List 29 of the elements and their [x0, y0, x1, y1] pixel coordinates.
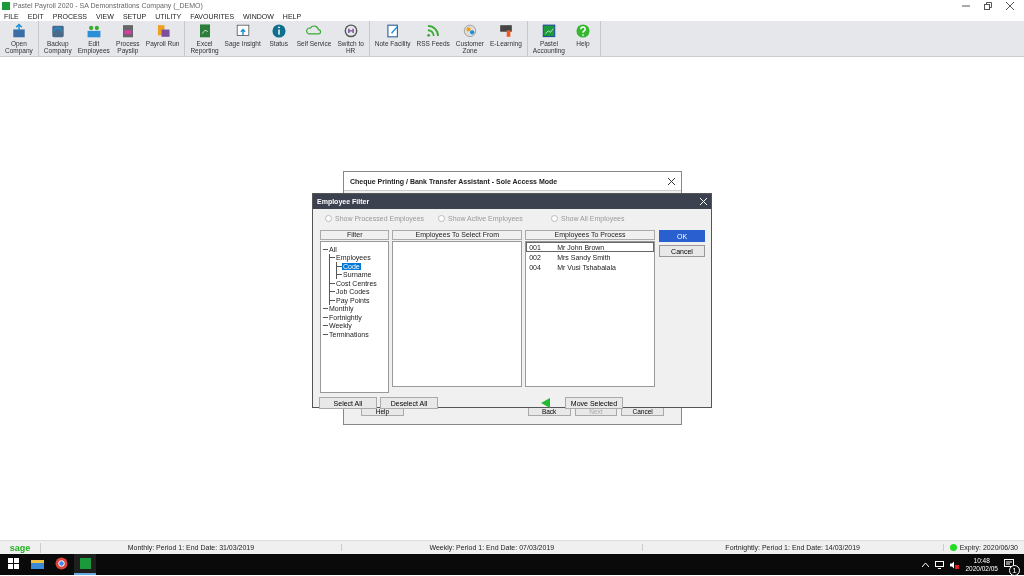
toolbar-icon	[234, 23, 251, 39]
folder-icon[interactable]	[30, 557, 44, 570]
app-logo-icon	[2, 1, 10, 10]
app-icon[interactable]	[78, 557, 92, 570]
speaker-muted-icon[interactable]	[950, 560, 960, 569]
toolbar-icon	[384, 23, 401, 39]
toolbar-icon	[540, 23, 557, 39]
toolbar-icon	[425, 23, 442, 39]
toolbar-icon	[342, 23, 359, 39]
taskbar-app[interactable]	[74, 554, 96, 575]
windows-icon[interactable]	[6, 557, 20, 570]
toolbar-icon	[49, 23, 66, 39]
chevron-up-icon[interactable]	[922, 562, 930, 567]
toolbar-icon	[85, 23, 102, 39]
sage-logo: sage	[0, 542, 41, 553]
network-icon[interactable]	[935, 560, 945, 569]
status-dot	[949, 544, 957, 551]
notification-icon[interactable]	[1004, 558, 1014, 569]
toolbar-icon	[10, 23, 27, 39]
toolbar-icon	[575, 23, 591, 39]
toolbar-icon	[270, 23, 287, 39]
close-icon[interactable]	[668, 177, 675, 185]
browser-icon[interactable]	[54, 557, 68, 570]
toolbar-icon	[461, 23, 478, 39]
close-icon[interactable]	[1006, 1, 1014, 10]
left-arrow-icon[interactable]	[541, 398, 550, 408]
toolbar-icon	[497, 23, 514, 39]
notification-count: 1	[1009, 564, 1020, 576]
restore-icon[interactable]	[984, 1, 992, 10]
